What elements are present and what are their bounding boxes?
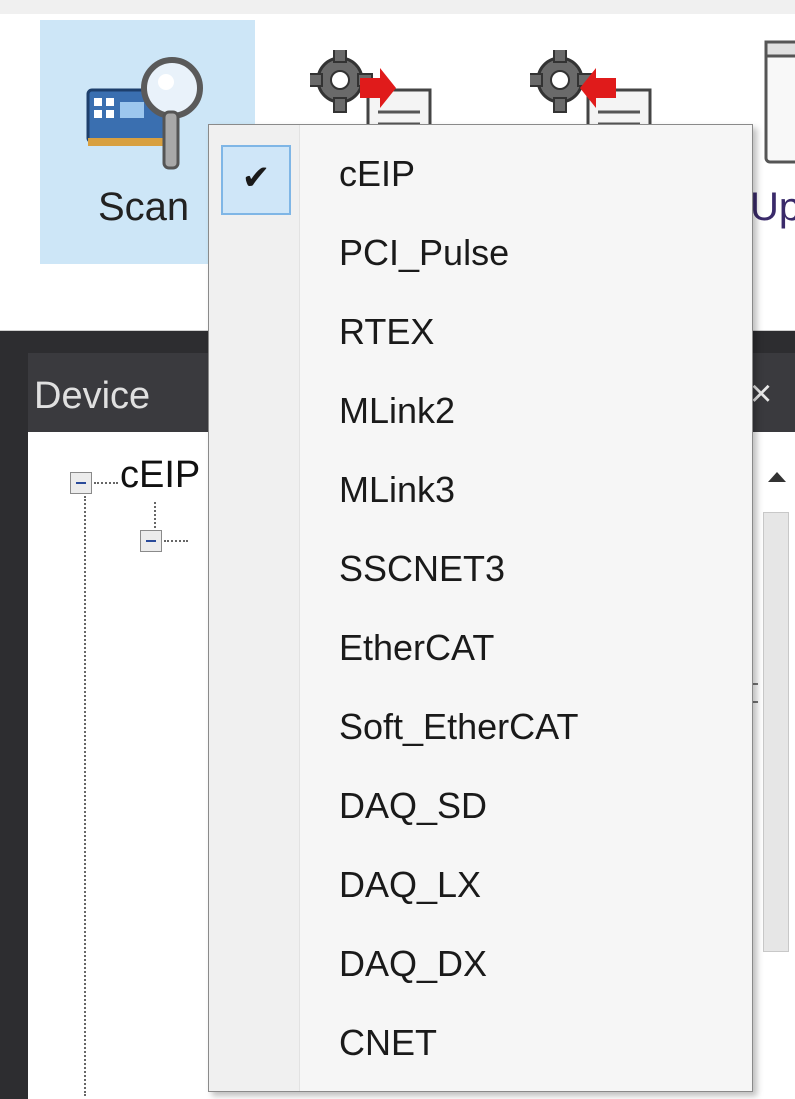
scan-label: Scan	[98, 185, 190, 229]
menu-item-pci-pulse[interactable]: PCI_Pulse	[209, 214, 752, 292]
menu-item-rtex[interactable]: RTEX	[209, 293, 752, 371]
menu-item-label: cEIP	[339, 153, 416, 194]
menu-item-label: DAQ_LX	[339, 864, 482, 905]
menu-item-label: EtherCAT	[339, 627, 495, 668]
menu-item-ethercat[interactable]: EtherCAT	[209, 609, 752, 687]
menu-item-label: Soft_EtherCAT	[339, 706, 579, 747]
menu-item-label: MLink3	[339, 469, 456, 510]
menu-item-label: SSCNET3	[339, 548, 506, 589]
menu-item-mlink2[interactable]: MLink2	[209, 372, 752, 450]
tree-expander-root[interactable]	[70, 472, 92, 494]
menu-item-sscnet3[interactable]: SSCNET3	[209, 530, 752, 608]
menu-item-ceip[interactable]: ✔ cEIP	[209, 135, 752, 215]
menu-item-soft-ethercat[interactable]: Soft_EtherCAT	[209, 688, 752, 766]
menu-item-daq-dx[interactable]: DAQ_DX	[209, 925, 752, 1003]
dropdown-menu: ✔ cEIP PCI_Pulse RTEX MLink2 MLink3 SSCN…	[208, 124, 753, 1092]
tree-connector	[94, 482, 118, 484]
update-button[interactable]: Up	[750, 20, 795, 264]
scan-magnifier-icon	[86, 57, 203, 170]
update-window-icon	[764, 40, 795, 164]
tree-expander-child[interactable]	[140, 530, 162, 552]
tree-connector	[164, 540, 188, 542]
tree-scrollbar[interactable]	[744, 472, 795, 1099]
menu-item-mlink3[interactable]: MLink3	[209, 451, 752, 529]
tree-node-root-label[interactable]: cEIP	[120, 454, 200, 497]
tree-connector	[154, 502, 156, 528]
menu-item-cnet[interactable]: CNET	[209, 1004, 752, 1082]
menu-item-label: DAQ_DX	[339, 943, 488, 984]
tree-connector	[84, 496, 86, 1096]
menu-item-label: MLink2	[339, 390, 456, 431]
menu-item-label: PCI_Pulse	[339, 232, 510, 273]
scroll-thumb[interactable]	[744, 512, 789, 952]
menu-item-daq-sd[interactable]: DAQ_SD	[209, 767, 752, 845]
device-panel-title: Device	[34, 375, 151, 417]
update-label: Up	[750, 185, 795, 229]
close-icon[interactable]: ×	[750, 373, 772, 416]
menu-item-label: DAQ_SD	[339, 785, 488, 826]
menu-item-label: RTEX	[339, 311, 435, 352]
scroll-up-arrow-icon[interactable]	[766, 470, 788, 484]
menu-item-daq-lx[interactable]: DAQ_LX	[209, 846, 752, 924]
checkmark-icon: ✔	[221, 145, 291, 215]
menu-item-label: CNET	[339, 1022, 437, 1063]
